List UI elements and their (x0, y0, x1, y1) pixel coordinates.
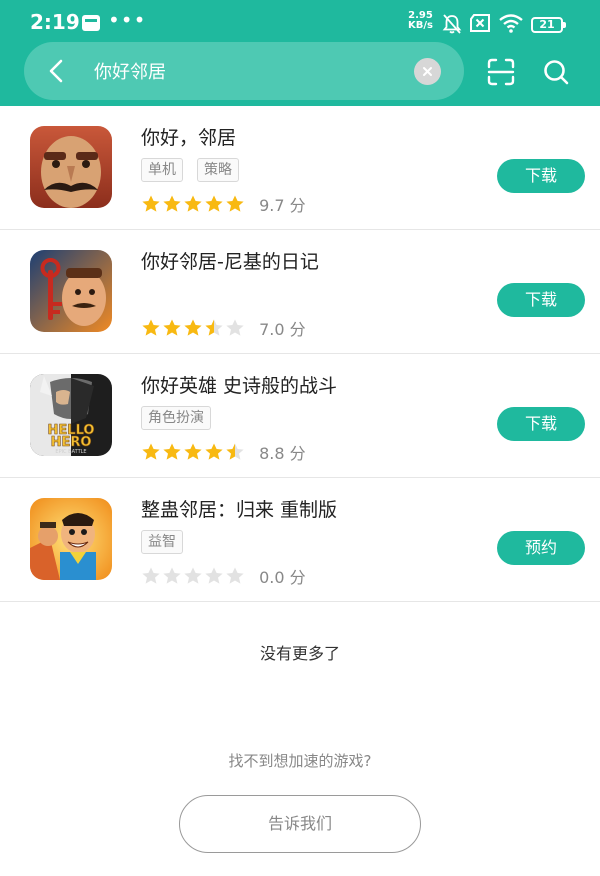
score-value: 9.7 (259, 196, 285, 215)
more-notifications-icon: ••• (108, 8, 147, 32)
scan-icon[interactable] (486, 57, 516, 87)
download-button[interactable]: 下载 (497, 283, 585, 317)
star-rating (141, 194, 246, 215)
star-icon (226, 319, 244, 336)
star-icon (205, 319, 223, 336)
game-score: 9.7 分 (259, 192, 306, 216)
star-icon (163, 443, 181, 460)
mute-bell-icon (442, 14, 462, 34)
star-icon (184, 195, 202, 212)
game-name: 你好邻居-尼基的日记 (141, 251, 319, 273)
star-icon (205, 567, 223, 584)
game-name: 你好英雄 史诗般的战斗 (141, 375, 338, 397)
reserve-button[interactable]: 预约 (497, 531, 585, 565)
star-icon (184, 319, 202, 336)
network-speed-unit: KB/s (408, 20, 433, 31)
game-score: 0.0 分 (259, 564, 306, 588)
star-icon (142, 443, 160, 460)
network-speed: 2.95 KB/s (408, 11, 433, 31)
star-icon (163, 319, 181, 336)
star-icon (142, 195, 160, 212)
hello-hero-logo-line3: EPIC BATTLE (55, 449, 86, 455)
score-unit: 分 (289, 196, 306, 215)
download-button[interactable]: 下载 (497, 159, 585, 193)
nicky-diary-icon (30, 250, 112, 332)
star-icon (184, 443, 202, 460)
no-more-label: 没有更多了 (259, 644, 340, 663)
game-tags: 益智 (141, 530, 197, 554)
search-input[interactable] (94, 56, 404, 86)
list-item[interactable]: 整蛊邻居：归来 重制版 益智 0.0 分 预约 (0, 478, 600, 602)
game-tags: 角色扮演 (141, 406, 225, 430)
game-rating: 0.0 分 (141, 564, 306, 587)
star-icon (205, 443, 223, 460)
game-tags: 单机 策略 (141, 158, 253, 182)
game-tag: 单机 (141, 158, 183, 182)
status-bar: 2:19 ••• 2.95 KB/s 21 (0, 0, 600, 40)
star-rating (141, 566, 246, 587)
tell-us-button[interactable]: 告诉我们 (179, 795, 421, 853)
score-value: 0.0 (259, 568, 285, 587)
game-tag: 角色扮演 (141, 406, 211, 430)
clear-search-icon[interactable] (414, 58, 441, 85)
game-tag: 益智 (141, 530, 183, 554)
star-icon (205, 195, 223, 212)
score-unit: 分 (289, 320, 306, 339)
score-value: 7.0 (259, 320, 285, 339)
star-icon (163, 195, 181, 212)
star-icon (226, 195, 244, 212)
game-score: 8.8 分 (259, 440, 306, 464)
battery-indicator: 21 (531, 17, 566, 33)
hello-hero-logo-line2: HERO (51, 435, 92, 450)
game-name: 整蛊邻居：归来 重制版 (141, 499, 338, 521)
cant-find-label: 找不到想加速的游戏? (228, 752, 372, 770)
neighbor-face-icon (30, 126, 112, 208)
wifi-icon (499, 14, 523, 33)
status-time: 2:19 (30, 10, 80, 34)
list-item[interactable]: HELLO HERO EPIC BATTLE 你好英雄 史诗般的战斗 角色扮演 … (0, 354, 600, 478)
game-list: 你好，邻居 单机 策略 9.7 分 下载 你好邻居-尼基的日记 7.0 分 下载… (0, 106, 600, 602)
list-item[interactable]: 你好邻居-尼基的日记 7.0 分 下载 (0, 230, 600, 354)
game-rating: 7.0 分 (141, 316, 306, 339)
star-icon (142, 319, 160, 336)
list-item[interactable]: 你好，邻居 单机 策略 9.7 分 下载 (0, 106, 600, 230)
star-icon (184, 567, 202, 584)
star-icon (163, 567, 181, 584)
star-icon (226, 443, 244, 460)
score-value: 8.8 (259, 444, 285, 463)
score-unit: 分 (289, 568, 306, 587)
game-rating: 9.7 分 (141, 192, 306, 215)
search-bar (24, 42, 464, 100)
search-icon[interactable] (542, 58, 570, 86)
prank-neighbor-icon (30, 498, 112, 580)
star-rating (141, 442, 246, 463)
star-icon (226, 567, 244, 584)
app-notification-icon (82, 15, 100, 31)
game-rating: 8.8 分 (141, 440, 306, 463)
game-score: 7.0 分 (259, 316, 306, 340)
star-icon (142, 567, 160, 584)
no-sim-icon (470, 14, 490, 32)
back-arrow-icon[interactable] (42, 56, 72, 86)
game-name: 你好，邻居 (141, 127, 237, 149)
game-tag: 策略 (197, 158, 239, 182)
hello-hero-icon: HELLO HERO EPIC BATTLE (30, 374, 112, 456)
star-rating (141, 318, 246, 339)
score-unit: 分 (289, 444, 306, 463)
download-button[interactable]: 下载 (497, 407, 585, 441)
header: 2:19 ••• 2.95 KB/s 21 (0, 0, 600, 106)
